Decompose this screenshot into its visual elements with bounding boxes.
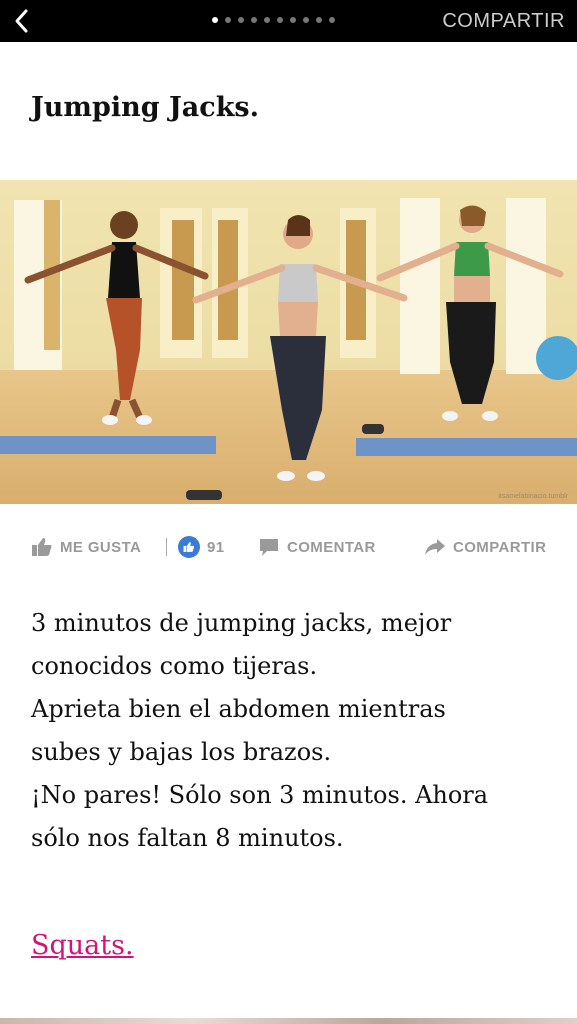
share-button-top[interactable]: COMPARTIR xyxy=(442,10,565,33)
image-watermark: itsamelabinacio.tumblr xyxy=(498,493,568,500)
article-title: Jumping Jacks. xyxy=(31,92,260,123)
top-bar: COMPARTIR xyxy=(0,0,577,42)
body-line: 3 minutos de jumping jacks, mejor xyxy=(31,609,452,637)
page-dot xyxy=(251,17,257,23)
page-dot xyxy=(303,17,309,23)
action-bar: ME GUSTA 91 COMENTAR COMPARTIR xyxy=(0,530,577,564)
back-button[interactable] xyxy=(8,6,38,36)
body-line: subes y bajas los brazos. xyxy=(31,738,332,766)
page-dot xyxy=(238,17,244,23)
like-count-value: 91 xyxy=(207,538,225,556)
page-indicator xyxy=(212,17,335,23)
body-line: conocidos como tijeras. xyxy=(31,652,318,680)
like-button[interactable]: ME GUSTA xyxy=(31,530,141,564)
comment-icon xyxy=(260,539,278,556)
like-count: 91 xyxy=(178,530,225,564)
article-body: 3 minutos de jumping jacks, mejor conoci… xyxy=(31,602,551,860)
page-dot xyxy=(329,17,335,23)
comment-button[interactable]: COMENTAR xyxy=(258,530,376,564)
chevron-left-icon xyxy=(15,9,28,33)
share-button[interactable]: COMPARTIR xyxy=(424,530,546,564)
share-label: COMPARTIR xyxy=(453,538,547,556)
like-count-badge-icon xyxy=(178,536,200,558)
page-dot xyxy=(277,17,283,23)
next-exercise-link[interactable]: Squats. xyxy=(31,930,134,961)
page-dot xyxy=(290,17,296,23)
page-dot xyxy=(316,17,322,23)
page-dot-active xyxy=(212,17,218,23)
like-label: ME GUSTA xyxy=(60,538,142,556)
comment-label: COMENTAR xyxy=(287,538,376,556)
body-line: Aprieta bien el abdomen mientras xyxy=(31,695,446,723)
page-dot xyxy=(225,17,231,23)
page-dot xyxy=(264,17,270,23)
body-line: sólo nos faltan 8 minutos. xyxy=(31,824,344,852)
action-divider xyxy=(166,538,167,556)
exercise-image: itsamelabinacio.tumblr xyxy=(0,180,577,504)
next-image-preview xyxy=(0,1018,577,1024)
body-line: ¡No pares! Sólo son 3 minutos. Ahora xyxy=(31,781,489,809)
thumbs-up-icon xyxy=(32,538,52,556)
share-arrow-icon xyxy=(425,539,445,555)
